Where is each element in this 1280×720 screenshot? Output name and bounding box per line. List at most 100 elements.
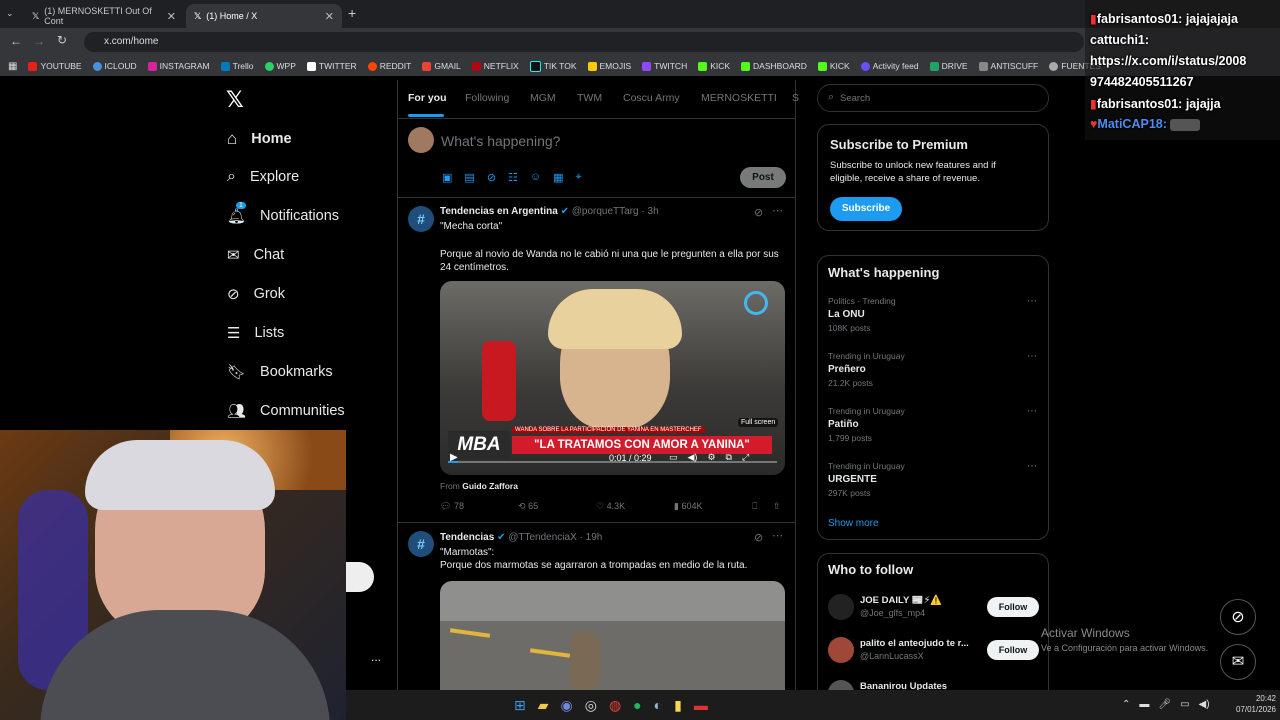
- bookmark-dashboard[interactable]: DASHBOARD: [741, 61, 807, 71]
- follow-button[interactable]: Follow: [987, 597, 1039, 617]
- gif-icon[interactable]: ▤: [464, 171, 474, 184]
- chevron-up-icon[interactable]: ⌃: [1122, 699, 1130, 710]
- media-icon[interactable]: ▣: [442, 171, 452, 184]
- bookmark-tiktok[interactable]: TIK TOK: [529, 60, 577, 72]
- location-icon[interactable]: ⌖: [576, 171, 582, 184]
- sticky-notes-icon[interactable]: ▮: [674, 697, 682, 714]
- tweet-time[interactable]: · 3h: [641, 206, 658, 217]
- emoji-icon[interactable]: ☺: [530, 171, 541, 184]
- grok-icon[interactable]: ⊘: [487, 171, 496, 184]
- nav-bookmarks[interactable]: 🔖︎ Bookmarks: [227, 363, 333, 381]
- close-tab-icon[interactable]: ✕: [167, 10, 176, 23]
- play-icon[interactable]: ▶: [450, 452, 458, 463]
- forward-icon[interactable]: →: [33, 34, 45, 48]
- steam-icon[interactable]: ◐: [654, 697, 662, 714]
- bookmark-wpp[interactable]: WPP: [264, 61, 296, 71]
- video-player[interactable]: Full screen MBA WANDA SOBRE LA PARTICIPA…: [440, 281, 785, 475]
- avatar[interactable]: [408, 127, 434, 153]
- compose-input[interactable]: What's happening?: [441, 133, 560, 149]
- tweet-handle[interactable]: @porqueTTarg: [572, 206, 639, 217]
- tab-for-you[interactable]: For you: [408, 92, 447, 104]
- follow-button[interactable]: Follow: [987, 640, 1039, 660]
- nav-notifications[interactable]: 🔔︎ 1 Notifications: [227, 202, 339, 225]
- schedule-icon[interactable]: ▦: [553, 171, 563, 184]
- bookmark-activity-feed[interactable]: Activity feed: [860, 61, 919, 71]
- bookmark-gmail[interactable]: GMAIL: [422, 61, 461, 71]
- more-icon[interactable]: ⋯: [772, 529, 783, 542]
- nav-lists[interactable]: ☰ Lists: [227, 324, 284, 342]
- volume-icon[interactable]: ◀): [1199, 699, 1210, 710]
- tab-more[interactable]: S: [792, 92, 799, 104]
- nav-communities[interactable]: 👥︎ Communities: [227, 402, 345, 420]
- tab-list-button[interactable]: ⌄: [6, 8, 14, 19]
- bookmark-icloud[interactable]: ICLOUD: [92, 61, 137, 71]
- browser-tab-2[interactable]: 𝕏 (1) Home / X ✕: [186, 4, 342, 28]
- bookmark-kick-2[interactable]: KICK: [817, 61, 850, 71]
- spotify-icon[interactable]: ●: [633, 697, 641, 714]
- source-name[interactable]: Guido Zaffora: [462, 481, 518, 491]
- browser-tab-1[interactable]: 𝕏 (1) MERNOSKETTI Out Of Cont ✕: [24, 4, 184, 28]
- flag-icon[interactable]: ▬: [1139, 699, 1149, 710]
- nav-home[interactable]: ⌂ Home: [227, 129, 292, 149]
- clock[interactable]: 20:42 07/01/2026: [1226, 694, 1276, 714]
- bookmark-trello[interactable]: Trello: [220, 61, 254, 71]
- app-icon[interactable]: ▬: [694, 697, 708, 714]
- post-fab-button[interactable]: [346, 562, 374, 592]
- mail-icon[interactable]: ✉: [1220, 644, 1256, 680]
- trend-item[interactable]: Trending in Uruguay Preñero 21.2K posts …: [828, 351, 1040, 391]
- discord-icon[interactable]: ◉: [561, 697, 573, 714]
- show-more-link[interactable]: Show more: [828, 518, 879, 529]
- reload-icon[interactable]: ↻: [57, 33, 67, 47]
- avatar[interactable]: #: [408, 531, 434, 557]
- views-button[interactable]: ▮ 604K: [674, 501, 703, 512]
- settings-gear-icon[interactable]: ⚙: [707, 452, 715, 463]
- file-explorer-icon[interactable]: ▰: [538, 697, 549, 714]
- bookmark-twitter[interactable]: TWITTER: [306, 61, 357, 71]
- more-icon[interactable]: ⋯: [1027, 461, 1037, 472]
- volume-icon[interactable]: ◀): [688, 452, 698, 463]
- tab-twm[interactable]: TWM: [577, 92, 602, 104]
- bookmark-antiscuff[interactable]: ANTISCUFF: [978, 61, 1038, 71]
- tab-following[interactable]: Following: [465, 92, 509, 104]
- more-icon[interactable]: ⋯: [772, 204, 783, 217]
- tab-mernosketti[interactable]: MERNOSKETTI: [701, 92, 777, 104]
- fullscreen-icon[interactable]: ⤢: [742, 452, 749, 463]
- url-field[interactable]: x.com/home: [84, 32, 1084, 52]
- grok-icon[interactable]: ⊘: [754, 531, 763, 544]
- grok-icon[interactable]: ⊘: [754, 206, 763, 219]
- x-logo-icon[interactable]: 𝕏: [226, 87, 244, 113]
- tweet-author[interactable]: Tendencias: [440, 532, 494, 543]
- tweet-author[interactable]: Tendencias en Argentina: [440, 206, 558, 217]
- apps-icon[interactable]: ▦: [8, 61, 17, 72]
- tweet-handle[interactable]: @TTendenciaX: [508, 532, 577, 543]
- network-icon[interactable]: ▭: [1180, 699, 1189, 710]
- bookmark-icon[interactable]: ⎕: [752, 501, 757, 512]
- bookmark-drive[interactable]: DRIVE: [929, 61, 968, 71]
- follow-suggestion[interactable]: JOE DAILY 📰⚡⚠️ @Joe_glfs_mp4 Follow: [828, 594, 1040, 624]
- grok-icon[interactable]: ⊘: [1220, 599, 1256, 635]
- nav-grok[interactable]: ⊘ Grok: [227, 285, 285, 303]
- chrome-icon[interactable]: ◍: [609, 697, 621, 714]
- bookmark-emojis[interactable]: EMOJIS: [587, 61, 631, 71]
- repost-button[interactable]: ⟲ 65: [518, 501, 538, 512]
- search-input[interactable]: ⌕ Search: [817, 84, 1049, 112]
- bookmark-reddit[interactable]: REDDIT: [367, 61, 411, 71]
- poll-icon[interactable]: ☷: [508, 171, 518, 184]
- back-icon[interactable]: ←: [10, 34, 22, 48]
- trend-item[interactable]: Trending in Uruguay URGENTE 297K posts ⋯: [828, 461, 1040, 501]
- new-tab-button[interactable]: +: [348, 5, 356, 21]
- subscribe-button[interactable]: Subscribe: [830, 197, 902, 221]
- reply-button[interactable]: 💬︎ 78: [440, 501, 464, 512]
- follow-suggestion[interactable]: palito el anteojudo te r... @LannLucassX…: [828, 637, 1040, 667]
- captions-icon[interactable]: ▭: [669, 452, 678, 463]
- obs-icon[interactable]: ◎: [585, 697, 597, 714]
- bookmark-youtube[interactable]: YOUTUBE: [28, 61, 82, 71]
- tab-coscu-army[interactable]: Coscu Army: [623, 92, 680, 104]
- tab-mgm[interactable]: MGM: [530, 92, 556, 104]
- windows-start-icon[interactable]: ⊞: [514, 697, 526, 714]
- nav-explore[interactable]: ⌕ Explore: [227, 168, 299, 186]
- bookmark-twitch[interactable]: TWITCH: [642, 61, 687, 71]
- bookmark-netflix[interactable]: NETFLIX: [471, 61, 519, 71]
- bookmark-instagram[interactable]: INSTAGRAM: [147, 61, 210, 71]
- nav-chat[interactable]: ✉ Chat: [227, 246, 284, 264]
